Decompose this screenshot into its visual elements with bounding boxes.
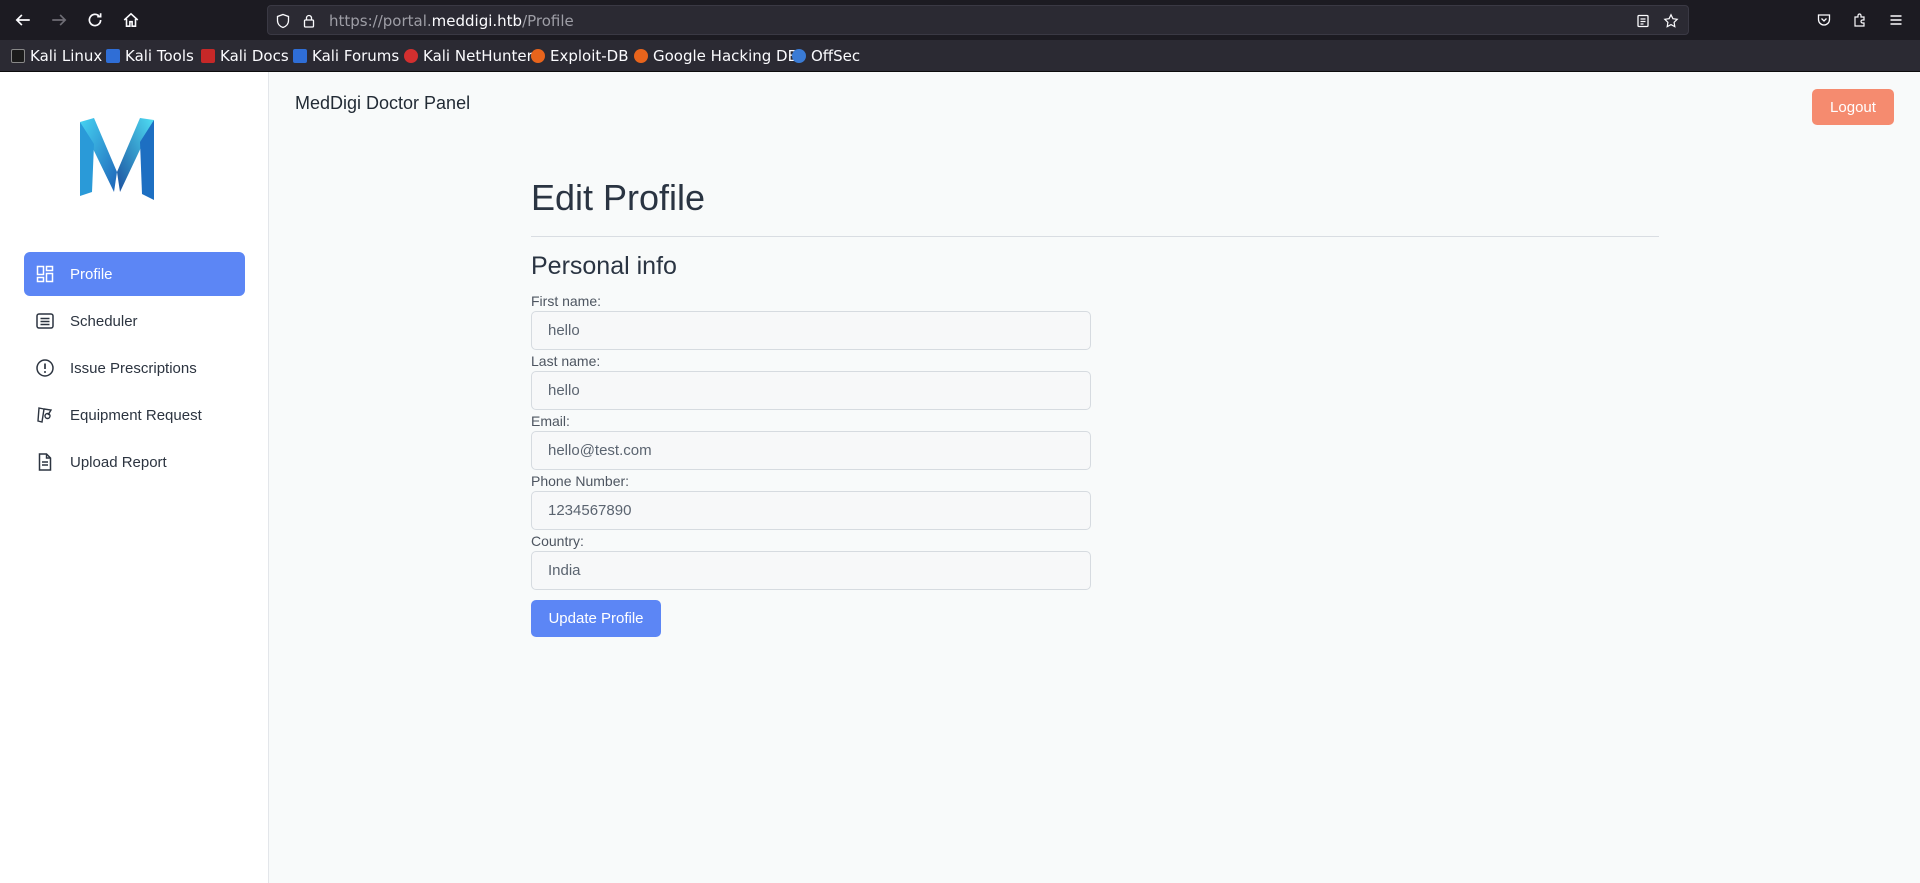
first-name-label: First name:	[531, 293, 602, 309]
section-title: Personal info	[531, 252, 677, 280]
last-name-field[interactable]: hello	[531, 371, 1091, 410]
address-bar[interactable]: https://portal.meddigi.htb/Profile	[267, 5, 1689, 35]
sidebar-item-scheduler[interactable]: Scheduler	[24, 299, 245, 343]
menu-icon[interactable]	[1884, 8, 1908, 32]
country-label: Country:	[531, 533, 584, 549]
bookmark-exploit-db[interactable]: Exploit-DB	[531, 47, 629, 65]
bookmark-google-hacking-db[interactable]: Google Hacking DB	[634, 47, 798, 65]
sidebar-item-label: Upload Report	[70, 453, 167, 471]
alert-circle-icon	[33, 356, 57, 380]
sidebar-item-equipment-request[interactable]: Equipment Request	[24, 393, 245, 437]
first-name-field[interactable]: hello	[531, 311, 1091, 350]
shield-icon[interactable]	[273, 11, 293, 31]
sidebar-item-issue-prescriptions[interactable]: Issue Prescriptions	[24, 346, 245, 390]
home-icon[interactable]	[119, 8, 143, 32]
divider	[531, 236, 1659, 237]
exploit-db-icon	[531, 49, 545, 63]
url-text: https://portal.meddigi.htb/Profile	[329, 12, 574, 30]
file-icon	[33, 450, 57, 474]
email-field[interactable]: hello@test.com	[531, 431, 1091, 470]
kali-tools-icon	[106, 49, 120, 63]
bookmark-kali-nethunter[interactable]: Kali NetHunter	[404, 47, 533, 65]
update-profile-button[interactable]: Update Profile	[531, 600, 661, 637]
sidebar-item-profile[interactable]: Profile	[24, 252, 245, 296]
bookmarks-bar: Kali Linux Kali Tools Kali Docs Kali For…	[0, 40, 1920, 72]
kali-docs-icon	[201, 49, 215, 63]
panel-title: MedDigi Doctor Panel	[295, 93, 471, 113]
nethunter-icon	[404, 49, 418, 63]
bookmark-kali-forums[interactable]: Kali Forums	[293, 47, 399, 65]
sidebar-item-label: Profile	[70, 265, 113, 283]
sidebar-item-label: Equipment Request	[70, 406, 202, 424]
page-title: Edit Profile	[531, 177, 706, 218]
bookmark-offsec[interactable]: OffSec	[792, 47, 860, 65]
last-name-label: Last name:	[531, 353, 601, 369]
bookmark-kali-tools[interactable]: Kali Tools	[106, 47, 194, 65]
pocket-icon[interactable]	[1812, 8, 1836, 32]
dashboard-icon	[33, 262, 57, 286]
bookmark-star-icon[interactable]	[1661, 11, 1681, 31]
medal-icon	[33, 403, 57, 427]
bookmark-kali-docs[interactable]: Kali Docs	[201, 47, 289, 65]
sidebar: Profile Scheduler Issue Prescriptions Eq…	[0, 72, 269, 883]
sidebar-item-label: Issue Prescriptions	[70, 359, 197, 377]
browser-toolbar: https://portal.meddigi.htb/Profile	[0, 0, 1920, 40]
kali-forums-icon	[293, 49, 307, 63]
lock-icon[interactable]	[299, 11, 319, 31]
phone-label: Phone Number:	[531, 473, 630, 489]
bookmark-kali-linux[interactable]: Kali Linux	[11, 47, 102, 65]
sidebar-item-upload-report[interactable]: Upload Report	[24, 440, 245, 484]
reload-icon[interactable]	[83, 8, 107, 32]
list-icon	[33, 309, 57, 333]
forward-icon[interactable]	[47, 8, 71, 32]
country-field[interactable]: India	[531, 551, 1091, 590]
ghdb-icon	[634, 49, 648, 63]
back-icon[interactable]	[11, 8, 35, 32]
email-label: Email:	[531, 413, 570, 429]
sidebar-item-label: Scheduler	[70, 312, 138, 330]
kali-dragon-icon	[11, 49, 25, 63]
offsec-icon	[792, 49, 806, 63]
phone-field[interactable]: 1234567890	[531, 491, 1091, 530]
extensions-icon[interactable]	[1848, 8, 1872, 32]
meddigi-logo-icon[interactable]	[74, 114, 160, 210]
reader-view-icon[interactable]	[1633, 11, 1653, 31]
logout-button[interactable]: Logout	[1812, 89, 1894, 125]
